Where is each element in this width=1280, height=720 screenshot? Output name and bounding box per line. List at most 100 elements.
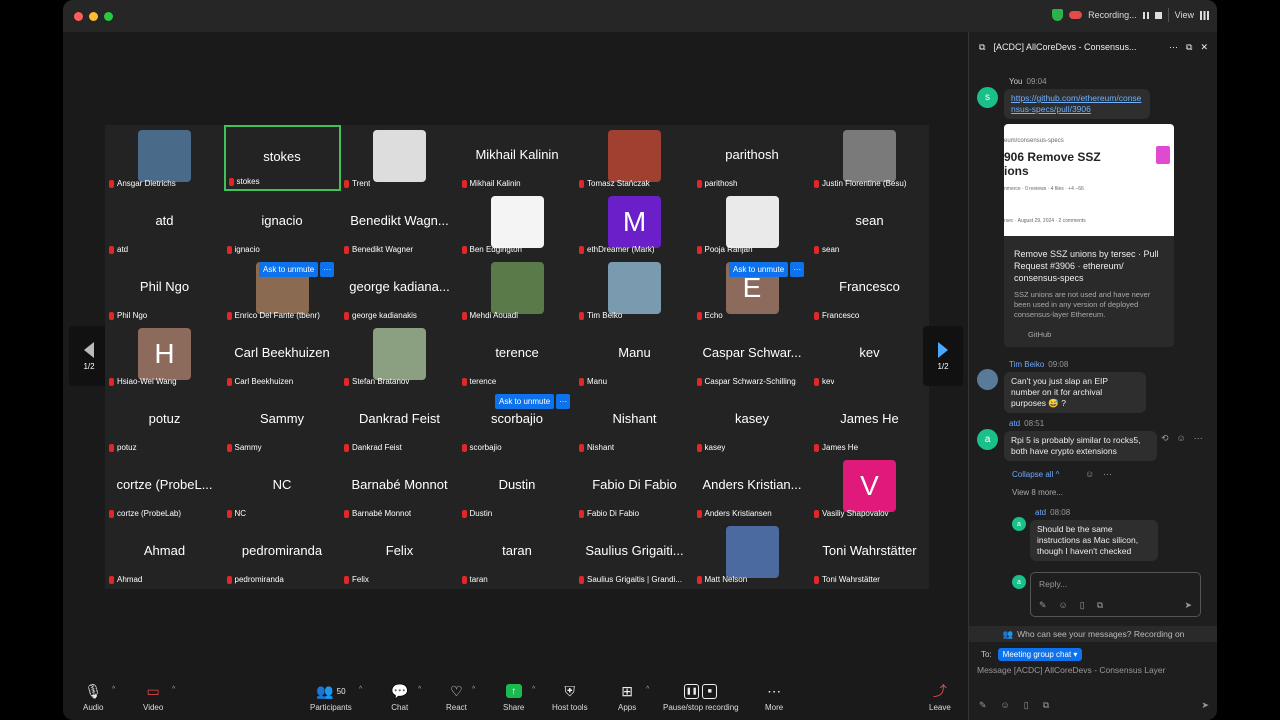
file-icon[interactable]: ▯ <box>1024 700 1029 711</box>
participant-tile[interactable]: James He James He <box>811 389 928 455</box>
minimize-window-button[interactable] <box>89 12 98 21</box>
more-options-icon[interactable]: ··· <box>790 262 805 277</box>
participant-tile[interactable]: Sammy Sammy <box>224 389 341 455</box>
participant-tile[interactable]: Benedikt Wagn... Benedikt Wagner <box>341 191 458 257</box>
participant-tile[interactable]: Mikhail Kalinin Mikhail Kalinin <box>459 125 576 191</box>
participant-tile[interactable]: Mehdi Aouadi <box>459 257 576 323</box>
format-icon[interactable]: ✎ <box>1039 600 1047 611</box>
chat-options-caret-icon[interactable]: ^ <box>418 686 421 693</box>
participant-tile[interactable]: Dankrad Feist Dankrad Feist <box>341 389 458 455</box>
audio-options-caret-icon[interactable]: ^ <box>112 686 115 693</box>
participant-tile[interactable]: Felix Felix <box>341 521 458 587</box>
more-options-icon[interactable]: ⋯ <box>1169 42 1178 53</box>
reply-icon[interactable]: ⟲ <box>1161 433 1169 444</box>
stop-recording-icon[interactable] <box>1154 11 1162 19</box>
collapse-all-button[interactable]: Collapse all ^ <box>1012 470 1059 479</box>
message-input[interactable]: Message [ACDC] AllCoreDevs - Consensus L… <box>977 665 1166 675</box>
participant-tile[interactable]: kev kev <box>811 323 928 389</box>
zoom-window-button[interactable] <box>104 12 113 21</box>
participant-tile[interactable]: stokes stokes <box>223 125 341 191</box>
share-button[interactable]: ↑ Share <box>503 682 524 712</box>
pause-recording-icon[interactable] <box>1142 11 1149 19</box>
participant-tile[interactable]: Tomasz Stańczak <box>576 125 693 191</box>
screenshot-icon[interactable]: ⧉ <box>1043 700 1049 711</box>
participant-tile[interactable]: Pooja Ranjan <box>694 191 811 257</box>
participant-tile[interactable]: taran taran <box>459 521 576 587</box>
emoji-reaction-icon[interactable]: ☺ <box>1085 469 1094 479</box>
leave-button[interactable]: ⤴ Leave <box>929 682 951 712</box>
recipient-dropdown[interactable]: Meeting group chat ▾ <box>997 648 1083 661</box>
apps-options-caret-icon[interactable]: ^ <box>646 686 649 693</box>
reply-input[interactable]: Reply... ✎ ☺ ▯ ⧉ ➤ <box>1030 572 1201 617</box>
view-more-replies-link[interactable]: View 8 more... <box>1012 488 1063 497</box>
share-options-caret-icon[interactable]: ^ <box>532 686 535 693</box>
view-button[interactable]: View <box>1175 10 1194 20</box>
participant-tile[interactable]: sean sean <box>811 191 928 257</box>
participant-tile[interactable]: H Hsiao-Wei Wang <box>106 323 223 389</box>
emoji-reaction-icon[interactable]: ☺ <box>1177 433 1186 444</box>
ask-to-unmute-button[interactable]: Ask to unmute <box>729 262 789 277</box>
participant-tile[interactable]: Ansgar Dietrichs <box>106 125 223 191</box>
close-icon[interactable]: ✕ <box>1200 42 1208 53</box>
participants-button[interactable]: 👥 50 Participants <box>310 682 352 713</box>
participant-tile[interactable]: pedromiranda pedromiranda <box>224 521 341 587</box>
audio-button[interactable]: 🎙 Audio <box>83 682 103 713</box>
participant-tile[interactable]: parithosh parithosh <box>694 125 811 191</box>
pause-stop-recording-button[interactable]: ❚❚ ■ Pause/stop recording <box>663 682 739 712</box>
participant-tile[interactable]: terence terence <box>459 323 576 389</box>
participant-tile[interactable]: Fabio Di Fabio Fabio Di Fabio <box>576 455 693 521</box>
security-shield-icon[interactable] <box>1052 9 1064 21</box>
participant-tile[interactable]: Trent <box>341 125 458 191</box>
participants-options-caret-icon[interactable]: ^ <box>359 686 362 693</box>
react-options-caret-icon[interactable]: ^ <box>472 686 475 693</box>
react-button[interactable]: ♡ React <box>446 682 467 713</box>
video-button[interactable]: ▭ Video <box>143 682 163 713</box>
emoji-icon[interactable]: ☺ <box>1001 700 1010 711</box>
previous-page-button[interactable]: 1/2 <box>69 326 109 386</box>
participant-tile[interactable]: potuz potuz <box>106 389 223 455</box>
ask-to-unmute-button[interactable]: Ask to unmute <box>495 394 555 409</box>
participant-tile[interactable]: NC NC <box>224 455 341 521</box>
participant-tile[interactable]: Saulius Grigaiti... Saulius Grigaitis | G… <box>576 521 693 587</box>
next-page-button[interactable]: 1/2 <box>923 326 963 386</box>
more-options-icon[interactable]: ··· <box>556 394 571 409</box>
participant-tile[interactable]: kasey kasey <box>694 389 811 455</box>
participant-tile[interactable]: Barnabé Monnot Barnabé Monnot <box>341 455 458 521</box>
video-options-caret-icon[interactable]: ^ <box>172 686 175 693</box>
send-icon[interactable]: ➤ <box>1201 700 1209 711</box>
grid-view-icon[interactable] <box>1200 10 1209 20</box>
participant-tile[interactable]: george kadiana... george kadianakis <box>341 257 458 323</box>
participant-tile[interactable]: Anders Kristian... Anders Kristiansen <box>694 455 811 521</box>
screenshot-icon[interactable]: ⧉ <box>1097 600 1103 611</box>
message-link[interactable]: https://github.com/ethereum/consensus-sp… <box>1011 93 1141 114</box>
participant-tile[interactable]: Ahmad Ahmad <box>106 521 223 587</box>
participant-tile[interactable]: Dustin Dustin <box>459 455 576 521</box>
participant-tile[interactable]: cortze (ProbeL... cortze (ProbeLab) <box>106 455 223 521</box>
file-icon[interactable]: ▯ <box>1080 600 1085 611</box>
format-icon[interactable]: ✎ <box>979 700 987 711</box>
participant-tile[interactable]: Matt Nelson <box>694 521 811 587</box>
participant-tile[interactable]: Carl Beekhuizen Carl Beekhuizen <box>224 323 341 389</box>
more-options-icon[interactable]: ⋯ <box>1194 433 1203 444</box>
participant-tile[interactable]: Caspar Schwar... Caspar Schwarz-Schilling <box>694 323 811 389</box>
apps-button[interactable]: ⊞ Apps <box>618 682 636 713</box>
host-tools-button[interactable]: ⛨ Host tools <box>552 682 588 713</box>
link-preview-card[interactable]: eum/consensus-specs 906 Remove SSZ ions … <box>1004 124 1174 347</box>
participant-tile[interactable]: Phil Ngo Phil Ngo <box>106 257 223 323</box>
participant-tile[interactable]: Toni Wahrstätter Toni Wahrstätter <box>811 521 928 587</box>
emoji-icon[interactable]: ☺ <box>1059 600 1068 611</box>
participant-tile[interactable]: Justin Florentine (Besu) <box>811 125 928 191</box>
visibility-notice[interactable]: 👥 Who can see your messages? Recording o… <box>969 626 1217 642</box>
pop-out-icon[interactable]: ⧉ <box>1186 42 1192 53</box>
participant-tile[interactable]: Tim Beiko <box>576 257 693 323</box>
participant-tile[interactable]: ignacio ignacio <box>224 191 341 257</box>
send-icon[interactable]: ➤ <box>1184 600 1192 611</box>
participant-tile[interactable]: Stefan Bratanov <box>341 323 458 389</box>
ask-to-unmute-button[interactable]: Ask to unmute <box>259 262 319 277</box>
close-window-button[interactable] <box>74 12 83 21</box>
more-options-icon[interactable]: ··· <box>320 262 335 277</box>
more-button[interactable]: ⋯ More <box>765 682 783 713</box>
more-options-icon[interactable]: ⋯ <box>1103 469 1112 480</box>
participant-tile[interactable]: Ben Edgington <box>459 191 576 257</box>
chat-button[interactable]: 💬 Chat <box>391 682 408 713</box>
